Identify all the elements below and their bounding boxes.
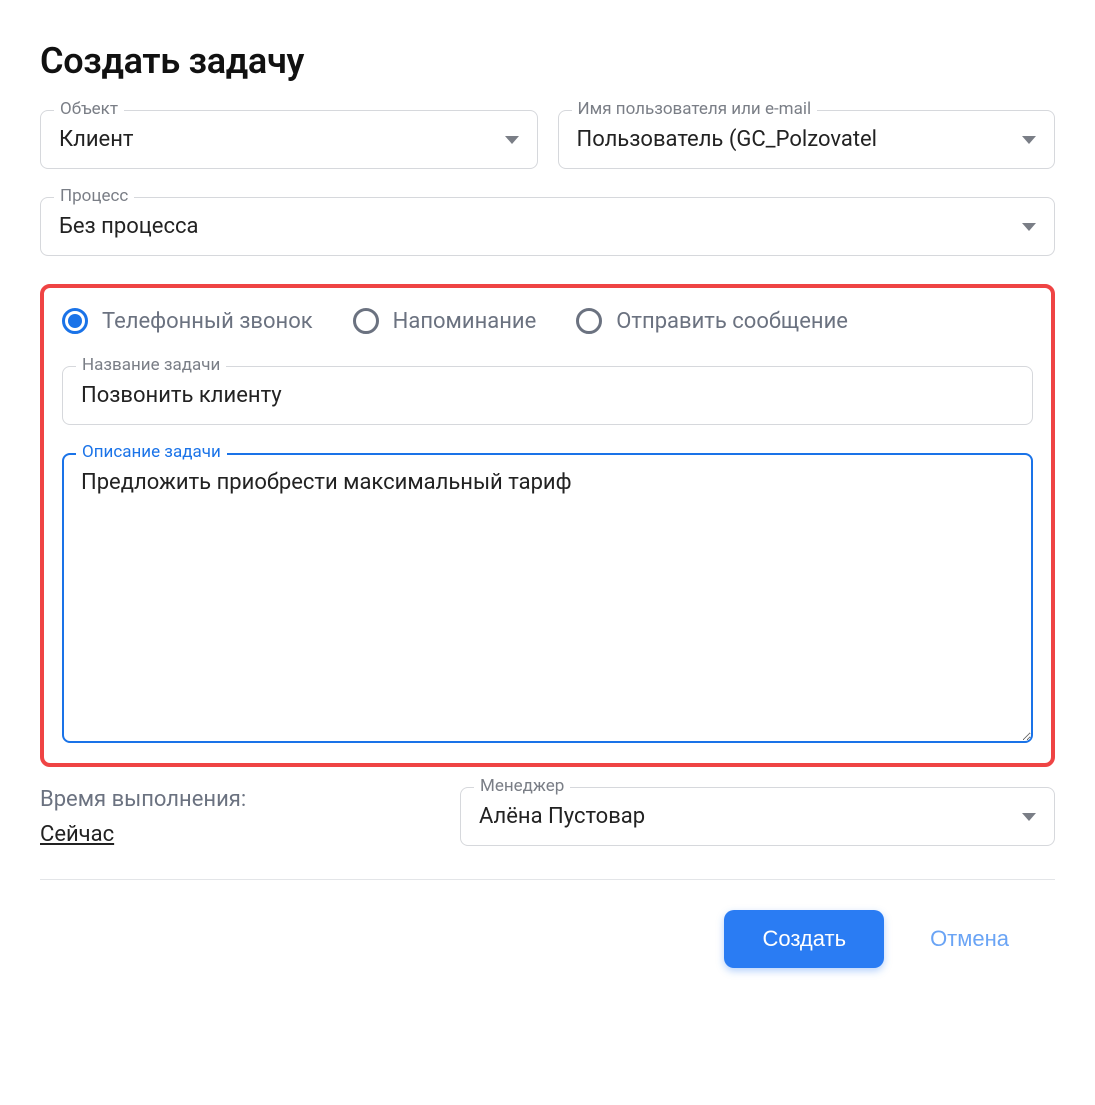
create-button[interactable]: Создать (724, 910, 884, 968)
radio-reminder[interactable]: Напоминание (353, 308, 537, 334)
radio-dot-icon (68, 314, 82, 328)
page-title: Создать задачу (40, 40, 1055, 82)
chevron-down-icon (505, 136, 519, 144)
chevron-down-icon (1022, 223, 1036, 231)
process-field: Процесс Без процесса (40, 197, 1055, 256)
radio-phone-label: Телефонный звонок (102, 309, 313, 334)
highlighted-section: Телефонный звонок Напоминание Отправить … (40, 284, 1055, 767)
user-field: Имя пользователя или e-mail Пользователь… (558, 110, 1056, 169)
execution-time-label: Время выполнения: (40, 787, 420, 812)
task-name-label: Название задачи (76, 355, 226, 375)
chevron-down-icon (1022, 136, 1036, 144)
radio-icon (353, 308, 379, 334)
object-value: Клиент (59, 127, 495, 152)
task-desc-field: Описание задачи (62, 453, 1033, 743)
task-type-radio-group: Телефонный звонок Напоминание Отправить … (62, 308, 1033, 334)
user-label: Имя пользователя или e-mail (572, 99, 818, 119)
execution-time-block: Время выполнения: Сейчас (40, 787, 420, 847)
cancel-button[interactable]: Отмена (924, 925, 1015, 953)
task-name-field: Название задачи (62, 366, 1033, 425)
user-value: Пользователь (GC_Polzovatel (577, 127, 1013, 152)
divider (40, 879, 1055, 880)
manager-field: Менеджер Алёна Пустовар (460, 787, 1055, 846)
radio-message-label: Отправить сообщение (616, 309, 848, 334)
radio-phone-call[interactable]: Телефонный звонок (62, 308, 313, 334)
manager-label: Менеджер (474, 776, 570, 796)
action-buttons: Создать Отмена (40, 910, 1055, 968)
task-desc-label: Описание задачи (76, 442, 227, 462)
process-value: Без процесса (59, 214, 1012, 239)
radio-icon (576, 308, 602, 334)
chevron-down-icon (1022, 813, 1036, 821)
radio-send-message[interactable]: Отправить сообщение (576, 308, 848, 334)
radio-icon (62, 308, 88, 334)
object-field: Объект Клиент (40, 110, 538, 169)
radio-reminder-label: Напоминание (393, 309, 537, 334)
object-label: Объект (54, 99, 124, 119)
execution-time-value[interactable]: Сейчас (40, 822, 114, 847)
manager-value: Алёна Пустовар (479, 804, 1012, 829)
process-select[interactable]: Без процесса (40, 197, 1055, 256)
process-label: Процесс (54, 186, 134, 206)
task-desc-textarea[interactable] (62, 453, 1033, 743)
create-task-form: Создать задачу Объект Клиент Имя пользов… (40, 40, 1055, 968)
